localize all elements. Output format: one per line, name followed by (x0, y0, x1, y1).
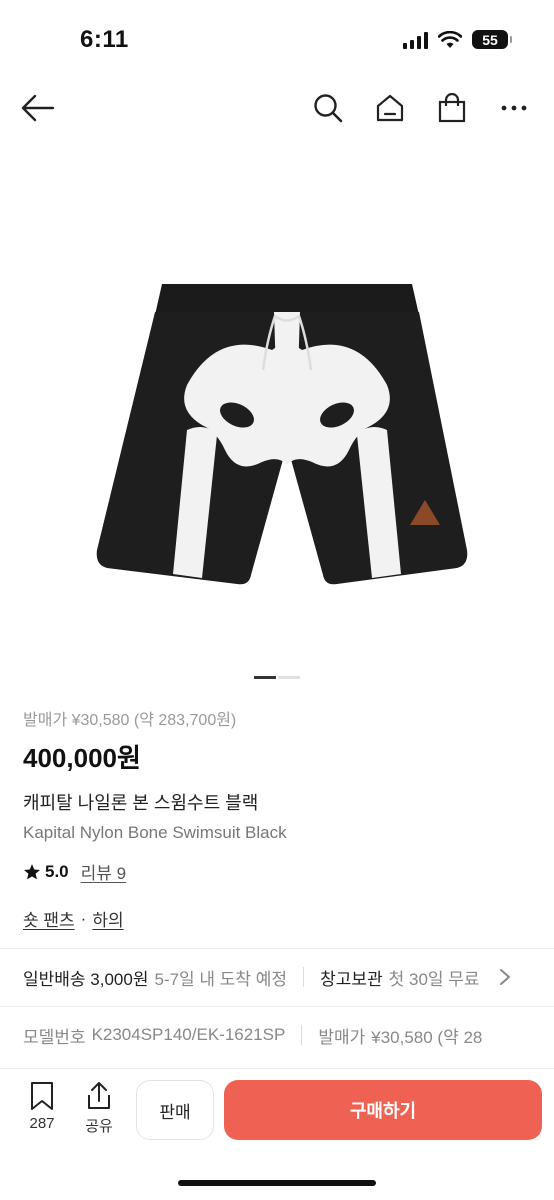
pager-dot-active (254, 676, 276, 679)
shipping-label: 일반배송 3,000원 (23, 969, 149, 989)
shorts-image (96, 284, 468, 585)
chevron-right-icon (499, 969, 510, 985)
arrow-left-icon (21, 94, 55, 122)
bookmark-icon (31, 1082, 53, 1110)
buy-button[interactable]: 구매하기 (224, 1080, 542, 1140)
row-separator (301, 1025, 303, 1045)
rating: 5.0 리뷰 9 (23, 859, 533, 884)
wifi-icon (438, 30, 462, 48)
shopping-bag-icon (438, 93, 466, 123)
shipping-row[interactable]: 일반배송 3,000원 5-7일 내 도착 예정 창고보관 첫 30일 무료 (23, 949, 554, 1005)
more-icon (501, 105, 527, 111)
spec-release-label: 발매가 (318, 1027, 366, 1047)
home-icon (376, 94, 404, 122)
bookmark-count: 287 (29, 1115, 55, 1132)
image-pager (0, 676, 554, 679)
bookmark-button[interactable]: 287 (20, 1081, 64, 1132)
product-image[interactable] (0, 140, 554, 660)
shopping-bag-button[interactable] (432, 88, 472, 128)
search-button[interactable] (308, 88, 348, 128)
pager-dot (278, 676, 300, 679)
category-sub-link[interactable]: 하의 (92, 906, 123, 931)
status-icons: 55 (403, 30, 512, 49)
specs-row: 모델번호 K2304SP140/EK-1621SP 발매가 ¥30,580 (약… (23, 1007, 554, 1063)
battery-icon: 55 (472, 30, 512, 49)
category-main-link[interactable]: 숏 팬츠 (23, 906, 75, 931)
signal-icon (403, 31, 428, 49)
release-price: 발매가 ¥30,580 (약 283,700원) (23, 712, 237, 729)
share-label: 공유 (85, 1118, 113, 1135)
category-breadcrumb: 숏 팬츠 · 하의 (23, 906, 533, 931)
product-info: 발매가 ¥30,580 (약 283,700원) 400,000원 캐피탈 나일… (23, 706, 533, 931)
status-time: 6:11 (80, 26, 129, 53)
search-icon (314, 94, 343, 123)
spec-release-value: ¥30,580 (약 28 (371, 1027, 483, 1047)
share-button[interactable]: 공유 (77, 1081, 121, 1136)
storage-detail: 첫 30일 무료 (388, 969, 480, 989)
top-nav (0, 80, 554, 136)
model-value: K2304SP140/EK-1621SP (91, 1025, 286, 1044)
model-label: 모델번호 (23, 1027, 86, 1047)
row-separator (303, 967, 305, 987)
back-button[interactable] (18, 88, 58, 128)
product-price: 400,000원 (23, 743, 141, 773)
home-indicator (178, 1180, 376, 1186)
review-link[interactable]: 리뷰 9 (81, 859, 126, 884)
category-separator: · (80, 908, 87, 928)
sell-button[interactable]: 판매 (136, 1080, 214, 1140)
star-icon (24, 863, 40, 879)
home-button[interactable] (370, 88, 410, 128)
rating-score: 5.0 (45, 861, 69, 881)
storage-label: 창고보관 (320, 969, 383, 989)
shipping-detail: 5-7일 내 도착 예정 (154, 969, 288, 989)
product-name-en: Kapital Nylon Bone Swimsuit Black (23, 823, 287, 842)
more-button[interactable] (494, 88, 534, 128)
share-icon (88, 1082, 110, 1109)
status-bar: 6:11 55 (0, 0, 554, 80)
product-name-ko: 캐피탈 나일론 본 스윔수트 블랙 (23, 793, 259, 813)
